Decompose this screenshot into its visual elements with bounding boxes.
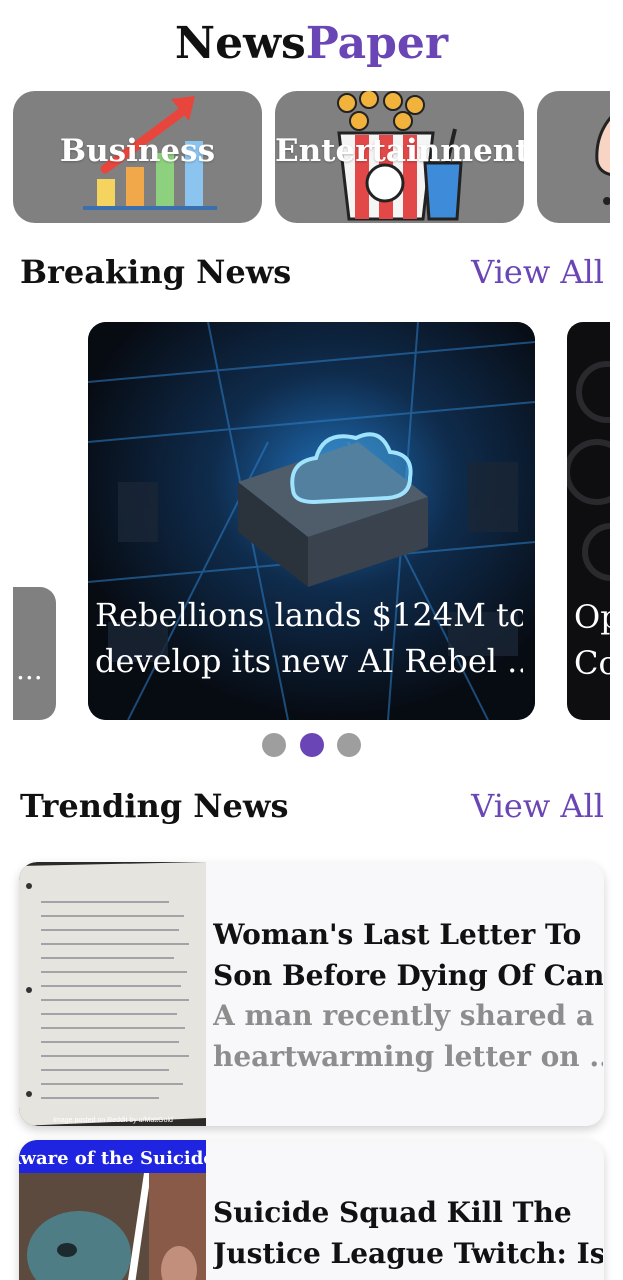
title-line1: Woman's Last Letter To <box>213 918 582 951</box>
trending-news-title: Trending News <box>20 787 289 825</box>
category-label: Business <box>59 133 216 169</box>
desc-line2: heartwarming letter on ... <box>213 1040 603 1073</box>
trending-card[interactable]: Aware of the Suicide Suicide Squad Kill … <box>19 1140 604 1280</box>
trending-view-all-link[interactable]: View All <box>471 787 604 825</box>
hand-icon <box>595 116 610 205</box>
breaking-next-card[interactable]: Op Co <box>567 322 610 720</box>
prev-card-ellipsis: ... <box>16 653 43 686</box>
category-card-entertainment[interactable]: Entertainment <box>275 91 524 223</box>
title-line2: Son Before Dying Of Can... <box>213 959 603 992</box>
carousel-dot-active[interactable] <box>300 733 324 757</box>
trending-card[interactable]: Image posted on Reddit by u/MattGold Wom… <box>19 862 604 1126</box>
category-card-partial[interactable] <box>537 91 610 223</box>
category-card-business[interactable]: Business <box>13 91 262 223</box>
suicide-squad-game-art: Aware of the Suicide <box>19 1140 206 1280</box>
slide-title-line2: develop its new AI Rebel ... <box>95 642 523 680</box>
breaking-slide[interactable]: Rebellions lands $124M to develop its ne… <box>88 322 535 720</box>
trending-card-title: Suicide Squad Kill The Justice League Tw… <box>213 1192 603 1274</box>
game-art-image: Aware of the Suicide <box>19 1140 206 1280</box>
carousel-dot[interactable] <box>337 733 361 757</box>
image-banner: Aware of the Suicide <box>19 1148 206 1169</box>
category-label: Entertainment <box>275 133 524 169</box>
app-title: NewsPaper <box>0 18 623 69</box>
next-card-title: Op Co <box>574 594 610 686</box>
desc-line1: A man recently shared a <box>213 999 595 1032</box>
breaking-prev-card[interactable]: ... <box>13 587 56 720</box>
title-line1: Suicide Squad Kill The <box>213 1196 572 1229</box>
app-title-part2: Paper <box>305 18 449 69</box>
image-caption: Image posted on Reddit by u/MattGold <box>53 1117 173 1124</box>
trending-card-description: A man recently shared a heartwarming let… <box>213 995 603 1077</box>
slide-title-line1: Rebellions lands $124M to <box>95 596 523 634</box>
next-card-line1: Op <box>574 598 610 636</box>
app-title-part1: News <box>174 18 306 69</box>
title-line2: Justice League Twitch: Is... <box>213 1237 603 1270</box>
handwritten-letter-photo: Image posted on Reddit by u/MattGold <box>19 862 206 1126</box>
breaking-news-title: Breaking News <box>20 253 292 291</box>
carousel-dot[interactable] <box>262 733 286 757</box>
letter-image: Image posted on Reddit by u/MattGold <box>19 862 206 1126</box>
next-card-line2: Co <box>574 644 610 682</box>
breaking-view-all-link[interactable]: View All <box>471 253 604 291</box>
breaking-slide-title: Rebellions lands $124M to develop its ne… <box>95 592 523 684</box>
trending-card-title: Woman's Last Letter To Son Before Dying … <box>213 914 603 996</box>
